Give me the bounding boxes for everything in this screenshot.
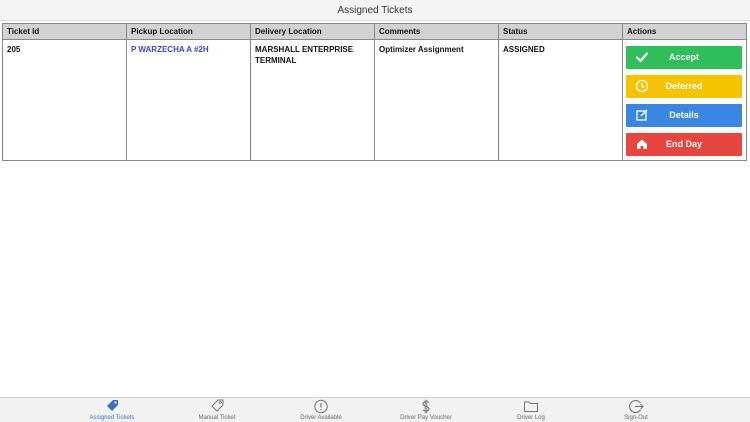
nav-sign-out-label: Sign-Out xyxy=(624,415,648,421)
table-row: 205 P WARZECHA A #2H MARSHALL ENTERPRISE… xyxy=(3,40,746,160)
cell-comments: Optimizer Assignment xyxy=(375,40,499,160)
nav-sign-out[interactable]: Sign-Out xyxy=(601,398,671,422)
deferred-button[interactable]: Deferred xyxy=(626,75,742,98)
tag-outline-icon xyxy=(211,399,224,412)
exclamation-circle-icon xyxy=(314,399,328,414)
folder-icon xyxy=(524,401,538,412)
nav-assigned-tickets[interactable]: Assigned Tickets xyxy=(77,398,147,422)
page-title: Assigned Tickets xyxy=(337,4,413,16)
nav-driver-log[interactable]: Driver Log xyxy=(496,398,566,422)
header-delivery-location: Delivery Location xyxy=(251,24,375,39)
end-day-label: End Day xyxy=(665,139,702,149)
header-pickup-location: Pickup Location xyxy=(127,24,251,39)
tickets-table: Ticket Id Pickup Location Delivery Locat… xyxy=(2,23,747,161)
actions-cell: Accept Deferred Details End Day xyxy=(623,40,746,160)
nav-driver-available-label: Driver Available xyxy=(300,415,342,421)
edit-icon xyxy=(636,109,648,121)
deferred-label: Deferred xyxy=(665,81,703,91)
header-actions: Actions xyxy=(627,27,657,36)
nav-assigned-tickets-label: Assigned Tickets xyxy=(89,415,135,421)
nav-manual-ticket-label: Manual Ticket xyxy=(198,415,236,421)
details-button[interactable]: Details xyxy=(626,104,742,127)
header-comments: Comments xyxy=(375,24,499,39)
end-day-button[interactable]: End Day xyxy=(626,133,742,156)
nav-driver-pay-voucher-label: Driver Pay Voucher xyxy=(400,415,452,421)
pickup-location-link[interactable]: P WARZECHA A #2H xyxy=(131,45,209,54)
signout-icon xyxy=(629,399,644,414)
nav-manual-ticket[interactable]: Manual Ticket xyxy=(182,398,252,422)
cell-ticket-id: 205 xyxy=(3,40,127,160)
nav-driver-log-label: Driver Log xyxy=(517,415,545,421)
header-status: Status xyxy=(499,24,623,39)
table-header-row: Ticket Id Pickup Location Delivery Locat… xyxy=(3,24,746,40)
nav-driver-pay-voucher[interactable]: Driver Pay Voucher xyxy=(391,398,461,422)
bottom-nav-bar: Assigned Tickets Manual Ticket Driver Av… xyxy=(0,397,750,422)
dollar-icon xyxy=(422,399,430,414)
header-ticket-id: Ticket Id xyxy=(3,24,127,39)
clock-icon xyxy=(635,79,649,93)
details-label: Details xyxy=(669,110,699,120)
title-bar: Assigned Tickets xyxy=(0,0,750,21)
checkmark-icon xyxy=(635,52,649,63)
home-icon xyxy=(637,139,647,149)
nav-driver-available[interactable]: Driver Available xyxy=(286,398,356,422)
cell-status: ASSIGNED xyxy=(499,40,623,160)
accept-button[interactable]: Accept xyxy=(626,46,742,69)
tag-filled-icon xyxy=(107,400,118,411)
cell-delivery-location: MARSHALL ENTERPRISE TERMINAL xyxy=(251,40,375,160)
accept-label: Accept xyxy=(668,52,699,62)
